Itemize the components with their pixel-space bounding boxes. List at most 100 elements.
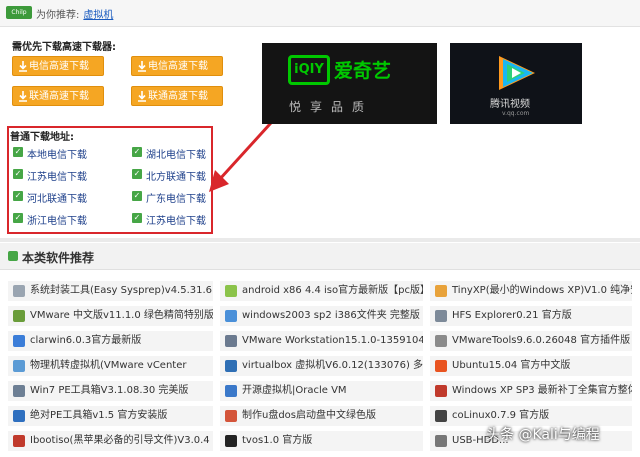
windows-xp-icon xyxy=(435,285,447,297)
software-item[interactable]: VMware 中文版v11.1.0 绿色精简特别版 xyxy=(8,306,213,326)
software-item-label: HFS Explorer0.21 官方版 xyxy=(452,310,572,321)
download-icon xyxy=(137,91,147,102)
software-panel-header: 本类软件推荐 xyxy=(0,243,640,270)
tencent-video-banner[interactable]: 腾讯视频 v.qq.com xyxy=(450,43,582,124)
software-item[interactable]: Win7 PE工具箱V3.1.08.30 完美版 xyxy=(8,381,213,401)
software-item-label: 开源虚拟机|Oracle VM xyxy=(242,385,347,396)
download-link[interactable]: ✓ 湖北电信下载 xyxy=(132,146,206,161)
fast-download-button-2[interactable]: 电信高速下载 xyxy=(131,56,223,76)
download-link[interactable]: ✓ 浙江电信下载 xyxy=(13,212,87,227)
check-icon: ✓ xyxy=(132,213,142,223)
globe-icon xyxy=(225,385,237,397)
software-item[interactable]: TinyXP(最小的Windows XP)V1.0 纯净安 xyxy=(430,281,632,301)
software-panel-title: 本类软件推荐 xyxy=(22,251,95,265)
download-link-label: 江苏电信下载 xyxy=(27,172,87,183)
recommend-link[interactable]: 虚拟机 xyxy=(83,10,113,21)
software-item-label: 物理机转虚拟机(VMware vCenter xyxy=(30,360,187,371)
fast-download-title: 需优先下载高速下载器: xyxy=(12,42,116,53)
download-link-label: 湖北电信下载 xyxy=(146,150,206,161)
software-item[interactable]: windows2003 sp2 i386文件夹 完整版 xyxy=(220,306,423,326)
download-link[interactable]: ✓ 河北联通下载 xyxy=(13,190,87,205)
software-item-label: 绝对PE工具箱v1.5 官方安装版 xyxy=(30,410,168,421)
tv-icon xyxy=(225,435,237,447)
recommend-label: 为你推荐: xyxy=(36,10,80,21)
software-item[interactable]: virtualbox 虚拟机V6.0.12(133076) 多语 xyxy=(220,356,423,376)
check-icon: ✓ xyxy=(13,191,23,201)
download-link-label: 北方联通下载 xyxy=(146,172,206,183)
software-item-label: VMware Workstation15.1.0-13591040 xyxy=(242,335,423,346)
apple-icon xyxy=(13,435,25,447)
tencent-video-url: v.qq.com xyxy=(502,110,530,117)
download-link-label: 广东电信下载 xyxy=(146,194,206,205)
linux-icon xyxy=(435,410,447,422)
download-icon xyxy=(18,91,28,102)
download-link[interactable]: ✓ 江苏电信下载 xyxy=(13,168,87,183)
check-icon: ✓ xyxy=(13,169,23,179)
software-item[interactable]: 开源虚拟机|Oracle VM xyxy=(220,381,423,401)
recommend-line: 为你推荐: 虚拟机 xyxy=(36,6,113,21)
usb-icon xyxy=(435,435,447,447)
software-item-label: Win7 PE工具箱V3.1.08.30 完美版 xyxy=(30,385,189,396)
fast-download-label: 联通高速下载 xyxy=(148,91,208,102)
software-item[interactable]: 系统封装工具(Easy Sysprep)v4.5.31.611 xyxy=(8,281,213,301)
software-item-label: Ibootiso(黑苹果必备的引导文件)V3.0.4 xyxy=(30,435,210,446)
software-item-label: coLinux0.7.9 官方版 xyxy=(452,410,550,421)
iqiyi-banner[interactable]: iQIY 爱奇艺 悦享品质 xyxy=(262,43,437,124)
windows-icon xyxy=(225,310,237,322)
software-item[interactable]: 物理机转虚拟机(VMware vCenter xyxy=(8,356,213,376)
vmware-icon xyxy=(13,310,25,322)
fast-download-button-1[interactable]: 电信高速下载 xyxy=(12,56,104,76)
software-item-label: android x86 4.4 iso官方最新版【pc版】 xyxy=(242,285,423,296)
software-item-label: 系统封装工具(Easy Sysprep)v4.5.31.611 xyxy=(30,285,213,296)
download-link[interactable]: ✓ 江苏电信下载 xyxy=(132,212,206,227)
android-icon xyxy=(225,285,237,297)
tencent-video-name: 腾讯视频 xyxy=(490,99,530,110)
download-link-label: 浙江电信下载 xyxy=(27,216,87,227)
software-item[interactable]: coLinux0.7.9 官方版 xyxy=(430,406,632,426)
download-link[interactable]: ✓ 广东电信下载 xyxy=(132,190,206,205)
section-bullet-icon xyxy=(8,251,18,261)
check-icon: ✓ xyxy=(132,169,142,179)
download-link[interactable]: ✓ 本地电信下载 xyxy=(13,146,87,161)
software-item[interactable]: tvos1.0 官方版 xyxy=(220,431,423,451)
download-address-title: 普通下载地址: xyxy=(10,132,74,143)
check-icon: ✓ xyxy=(132,147,142,157)
fast-download-label: 电信高速下载 xyxy=(148,61,208,72)
download-link-label: 江苏电信下载 xyxy=(146,216,206,227)
software-item-label: Ubuntu15.04 官方中文版 xyxy=(452,360,571,371)
download-icon xyxy=(18,61,28,72)
software-item[interactable]: VMwareTools9.6.0.26048 官方插件版 xyxy=(430,331,632,351)
ubuntu-icon xyxy=(435,360,447,372)
software-item[interactable]: HFS Explorer0.21 官方版 xyxy=(430,306,632,326)
windows-xp-icon xyxy=(435,385,447,397)
disk-icon xyxy=(435,310,447,322)
software-item[interactable]: clarwin6.0.3官方最新版 xyxy=(8,331,213,351)
fast-download-label: 联通高速下载 xyxy=(29,91,89,102)
vmware-tools-icon xyxy=(435,335,447,347)
fast-download-label: 电信高速下载 xyxy=(29,61,89,72)
converter-icon xyxy=(13,360,25,372)
software-item[interactable]: 制作u盘dos启动盘中文绿色版 xyxy=(220,406,423,426)
check-icon: ✓ xyxy=(13,213,23,223)
software-item[interactable]: 绝对PE工具箱v1.5 官方安装版 xyxy=(8,406,213,426)
wrench-icon xyxy=(13,410,25,422)
software-item-label: virtualbox 虚拟机V6.0.12(133076) 多语 xyxy=(242,360,423,371)
vmware-icon xyxy=(225,335,237,347)
software-item[interactable]: VMware Workstation15.1.0-13591040 xyxy=(220,331,423,351)
site-logo[interactable]: Chilp xyxy=(6,6,32,19)
software-item-label: VMwareTools9.6.0.26048 官方插件版 xyxy=(452,335,631,346)
software-item-label: windows2003 sp2 i386文件夹 完整版 xyxy=(242,310,420,321)
software-item[interactable]: android x86 4.4 iso官方最新版【pc版】 xyxy=(220,281,423,301)
software-item[interactable]: Windows XP SP3 最新补丁全集官方整体 xyxy=(430,381,632,401)
software-item-label: 制作u盘dos启动盘中文绿色版 xyxy=(242,410,377,421)
software-item-label: TinyXP(最小的Windows XP)V1.0 纯净安 xyxy=(452,285,632,296)
software-item[interactable]: Ibootiso(黑苹果必备的引导文件)V3.0.4 xyxy=(8,431,213,451)
software-item[interactable]: Ubuntu15.04 官方中文版 xyxy=(430,356,632,376)
section-divider xyxy=(0,238,640,242)
usb-icon xyxy=(225,410,237,422)
check-icon: ✓ xyxy=(132,191,142,201)
iqiyi-tagline: 悦享品质 xyxy=(289,100,374,114)
download-link[interactable]: ✓ 北方联通下载 xyxy=(132,168,206,183)
fast-download-button-3[interactable]: 联通高速下载 xyxy=(12,86,104,106)
app-icon xyxy=(13,335,25,347)
